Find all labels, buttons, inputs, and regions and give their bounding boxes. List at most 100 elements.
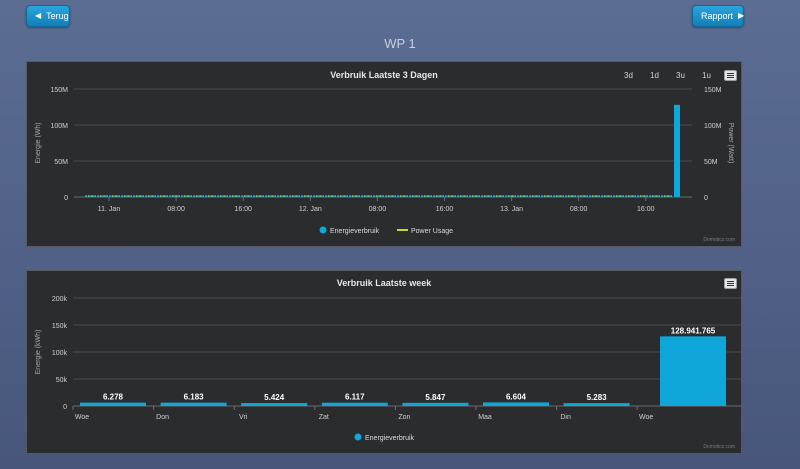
chart-title: Verbruik Laatste 3 Dagen — [330, 70, 438, 80]
chart-week-panel: Verbruik Laatste week 0 50k 100k 150k 200k Ene… — [26, 270, 742, 454]
y-tick-label: 0 — [64, 195, 68, 202]
energy-bar — [289, 195, 292, 197]
energy-bar — [121, 195, 124, 197]
data-label: 6.604 — [506, 392, 527, 401]
energy-bar — [201, 195, 204, 197]
energy-bar — [185, 195, 188, 197]
energy-bar — [333, 195, 336, 197]
x-tick-label: 08:00 — [570, 206, 588, 213]
energy-bar — [257, 195, 260, 197]
energy-bar — [277, 195, 280, 197]
energy-bar — [101, 195, 104, 197]
energy-bar — [189, 195, 192, 197]
energy-bar — [457, 195, 460, 197]
energy-bar — [365, 195, 368, 197]
energy-bar — [565, 195, 568, 197]
energy-bar — [581, 195, 584, 197]
energy-bar — [617, 195, 620, 197]
data-label: 5.283 — [587, 393, 608, 402]
chart-menu-icon[interactable] — [724, 278, 737, 289]
energy-bar — [429, 195, 432, 197]
energy-bar — [433, 195, 436, 197]
energy-bar — [217, 195, 220, 197]
energy-bar — [437, 195, 440, 197]
energy-bar — [337, 195, 340, 197]
energy-bar — [373, 195, 376, 197]
energy-bar — [160, 402, 227, 406]
energy-bar — [233, 195, 236, 197]
energy-bar — [481, 195, 484, 197]
energy-bar — [133, 195, 136, 197]
report-button[interactable]: Rapport ▶ — [692, 5, 744, 27]
energy-bar — [97, 195, 100, 197]
energy-bar — [413, 195, 416, 197]
energy-bar — [249, 195, 252, 197]
range-3u-button[interactable]: 3u — [676, 71, 685, 80]
energy-bar — [321, 195, 324, 197]
energy-bar — [117, 195, 120, 197]
x-tick-label: 16:00 — [234, 206, 252, 213]
energy-bar — [653, 195, 656, 197]
energy-bar — [545, 195, 548, 197]
energy-bar — [269, 195, 272, 197]
energy-bar — [621, 195, 624, 197]
energy-bar — [145, 195, 148, 197]
y-axis-label: Energie (kWh) — [35, 330, 42, 375]
energy-bar — [165, 195, 168, 197]
energy-bar — [137, 195, 140, 197]
energy-bar — [149, 195, 152, 197]
range-1d-button[interactable]: 1d — [650, 71, 659, 80]
energy-bar — [157, 195, 160, 197]
energy-bar — [197, 195, 200, 197]
energy-bar — [660, 336, 726, 406]
energy-bar — [533, 195, 536, 197]
energy-bar — [517, 195, 520, 197]
energy-bar — [141, 195, 144, 197]
energy-bar — [665, 195, 668, 197]
energy-bar — [629, 195, 632, 197]
energy-bar — [521, 195, 524, 197]
y2-axis-label: Power (Watt) — [727, 123, 734, 164]
energy-bar — [609, 195, 612, 197]
energy-bar — [425, 195, 428, 197]
back-button[interactable]: ◀ Terug — [26, 5, 70, 27]
energy-bar — [613, 195, 616, 197]
data-label: 6.278 — [103, 393, 124, 402]
y-tick-label: 200k — [52, 296, 68, 303]
energy-bar — [493, 195, 496, 197]
energy-bar — [261, 195, 264, 197]
energy-bar — [637, 195, 640, 197]
report-button-label: Rapport — [701, 11, 734, 21]
energy-bar — [281, 195, 284, 197]
range-3d-button[interactable]: 3d — [624, 71, 633, 80]
energy-bar — [497, 195, 500, 197]
energy-bar — [89, 195, 92, 197]
energy-bar — [577, 195, 580, 197]
x-tick-label: 16:00 — [637, 206, 655, 213]
energy-bar — [402, 402, 469, 406]
energy-bar — [245, 195, 248, 197]
energy-bar — [563, 403, 630, 406]
energy-bar — [357, 195, 360, 197]
data-label: 5.424 — [264, 393, 285, 402]
legend-marker-energy — [354, 433, 362, 441]
energy-bar — [477, 195, 480, 197]
chart-menu-icon[interactable] — [724, 70, 737, 81]
energy-bar — [445, 195, 448, 197]
energy-bar — [177, 195, 180, 197]
x-tick-label: 11. Jan — [98, 206, 121, 213]
chart-3-days-panel: Verbruik Laatste 3 Dagen 0 0 50M 50M 100M 100M… — [26, 61, 742, 247]
energy-bar — [625, 195, 628, 197]
energy-bar — [453, 195, 456, 197]
energy-bar — [605, 195, 608, 197]
energy-bar — [597, 195, 600, 197]
energy-bar — [237, 195, 240, 197]
range-1u-button[interactable]: 1u — [702, 71, 711, 80]
energy-bar — [529, 195, 532, 197]
x-tick-label: Zon — [398, 414, 410, 421]
page-title: WP 1 — [384, 36, 416, 51]
energy-bar — [573, 195, 576, 197]
chevron-right-icon: ▶ — [738, 11, 745, 20]
energy-bar — [649, 195, 652, 197]
energy-bar — [661, 195, 664, 197]
